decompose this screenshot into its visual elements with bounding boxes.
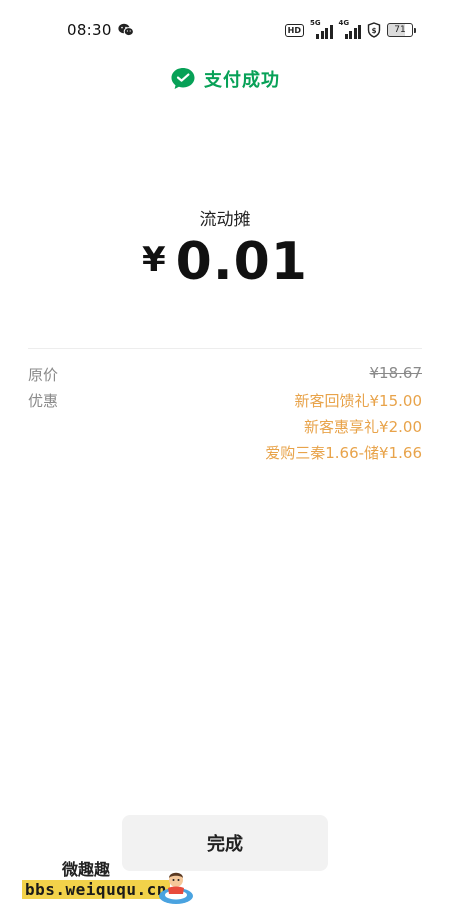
signal-5g-label: 5G: [310, 19, 321, 27]
watermark-title: 微趣趣: [62, 860, 111, 879]
site-watermark: 微趣趣 bbs.weiququ.cn: [22, 852, 212, 912]
wechat-pay-check-icon: [171, 68, 195, 89]
divider: [28, 348, 422, 349]
amount-value: 0.01: [175, 232, 308, 292]
battery-icon: 71: [387, 23, 416, 37]
status-bar: 08:30 HD 5G 4G $ 71: [0, 0, 450, 60]
signal-4g-icon: 4G: [338, 19, 361, 39]
wechat-notification-icon: [118, 23, 134, 37]
original-price-value: ¥18.67: [369, 364, 423, 382]
status-icons: HD 5G 4G $ 71: [284, 19, 416, 39]
signal-4g-label: 4G: [338, 19, 350, 27]
payment-amount: ¥ 0.01: [0, 232, 450, 292]
discount-item: 新客惠享礼¥2.00: [304, 418, 422, 436]
watermark-url: bbs.weiququ.cn: [22, 880, 170, 899]
mascot-icon: [159, 872, 193, 904]
discount-label: 优惠: [28, 392, 59, 410]
hd-icon: HD: [284, 23, 304, 37]
original-price-label: 原价: [28, 366, 59, 384]
currency-symbol: ¥: [142, 240, 166, 280]
discount-item: 新客回馈礼¥15.00: [294, 392, 423, 410]
shield-icon: $: [367, 22, 381, 38]
payment-success-text: 支付成功: [204, 70, 280, 91]
status-time: 08:30: [67, 21, 112, 39]
payment-success-header: 支付成功: [0, 66, 450, 92]
battery-level: 71: [387, 23, 413, 37]
signal-5g-icon: 5G: [310, 19, 333, 39]
merchant-name: 流动摊: [199, 210, 251, 230]
svg-text:$: $: [372, 27, 377, 35]
discount-item: 爱购三秦1.66-储¥1.66: [265, 444, 422, 462]
